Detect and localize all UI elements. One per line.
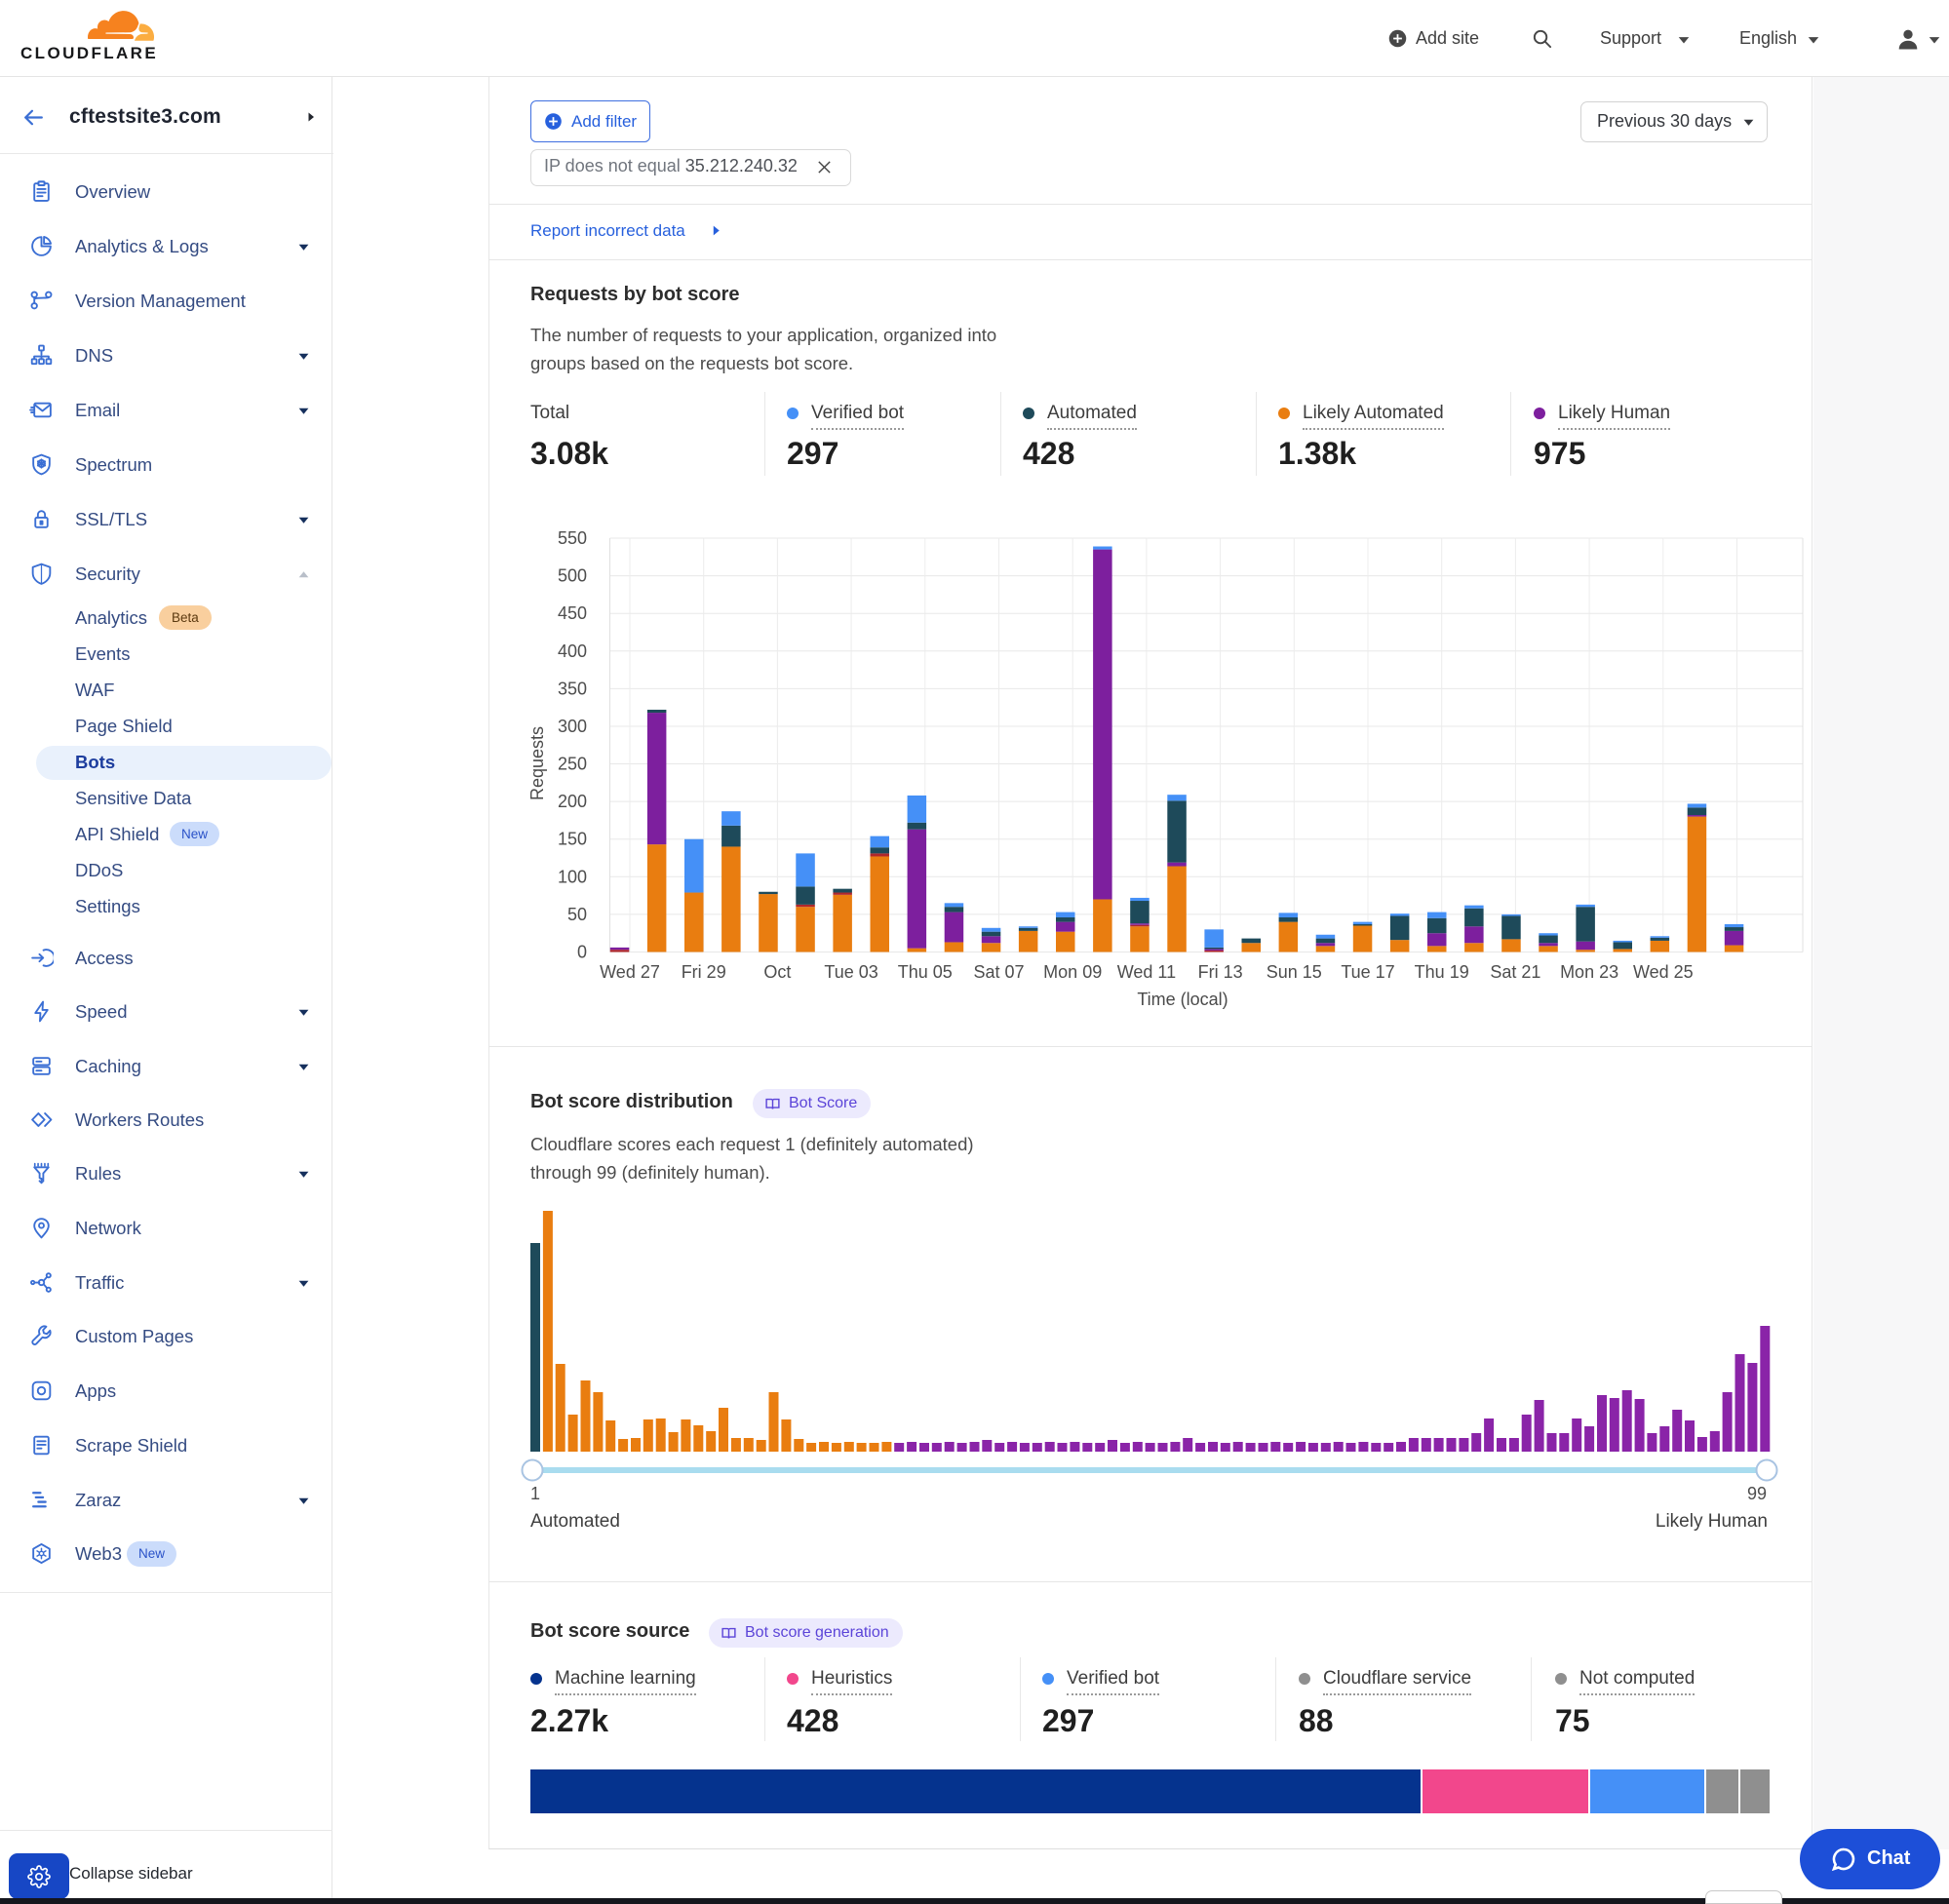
svg-text:Oct: Oct bbox=[763, 962, 791, 982]
svg-text:Thu 05: Thu 05 bbox=[898, 962, 953, 982]
svg-text:Fri 29: Fri 29 bbox=[682, 962, 726, 982]
svg-text:Wed 27: Wed 27 bbox=[600, 962, 660, 982]
svg-text:300: 300 bbox=[558, 717, 587, 736]
svg-text:Sat 07: Sat 07 bbox=[973, 962, 1024, 982]
svg-text:Wed 11: Wed 11 bbox=[1117, 962, 1176, 982]
svg-text:200: 200 bbox=[558, 792, 587, 811]
svg-text:400: 400 bbox=[558, 641, 587, 661]
svg-text:50: 50 bbox=[567, 905, 587, 924]
svg-text:500: 500 bbox=[558, 566, 587, 586]
svg-text:Tue 03: Tue 03 bbox=[824, 962, 877, 982]
svg-text:Wed 25: Wed 25 bbox=[1633, 962, 1694, 982]
svg-text:Sat 21: Sat 21 bbox=[1490, 962, 1540, 982]
svg-text:Thu 19: Thu 19 bbox=[1415, 962, 1469, 982]
svg-text:Sun 15: Sun 15 bbox=[1267, 962, 1322, 982]
svg-text:150: 150 bbox=[558, 830, 587, 849]
svg-text:Fri 13: Fri 13 bbox=[1198, 962, 1243, 982]
svg-text:Mon 09: Mon 09 bbox=[1043, 962, 1102, 982]
svg-text:350: 350 bbox=[558, 679, 587, 698]
svg-text:0: 0 bbox=[577, 943, 587, 962]
svg-text:Requests: Requests bbox=[527, 726, 547, 800]
svg-text:250: 250 bbox=[558, 755, 587, 774]
svg-text:Time (local): Time (local) bbox=[1137, 990, 1228, 1009]
svg-text:Tue 17: Tue 17 bbox=[1341, 962, 1394, 982]
svg-text:Mon 23: Mon 23 bbox=[1560, 962, 1618, 982]
svg-text:100: 100 bbox=[558, 867, 587, 886]
svg-text:550: 550 bbox=[558, 528, 587, 548]
svg-text:450: 450 bbox=[558, 603, 587, 623]
